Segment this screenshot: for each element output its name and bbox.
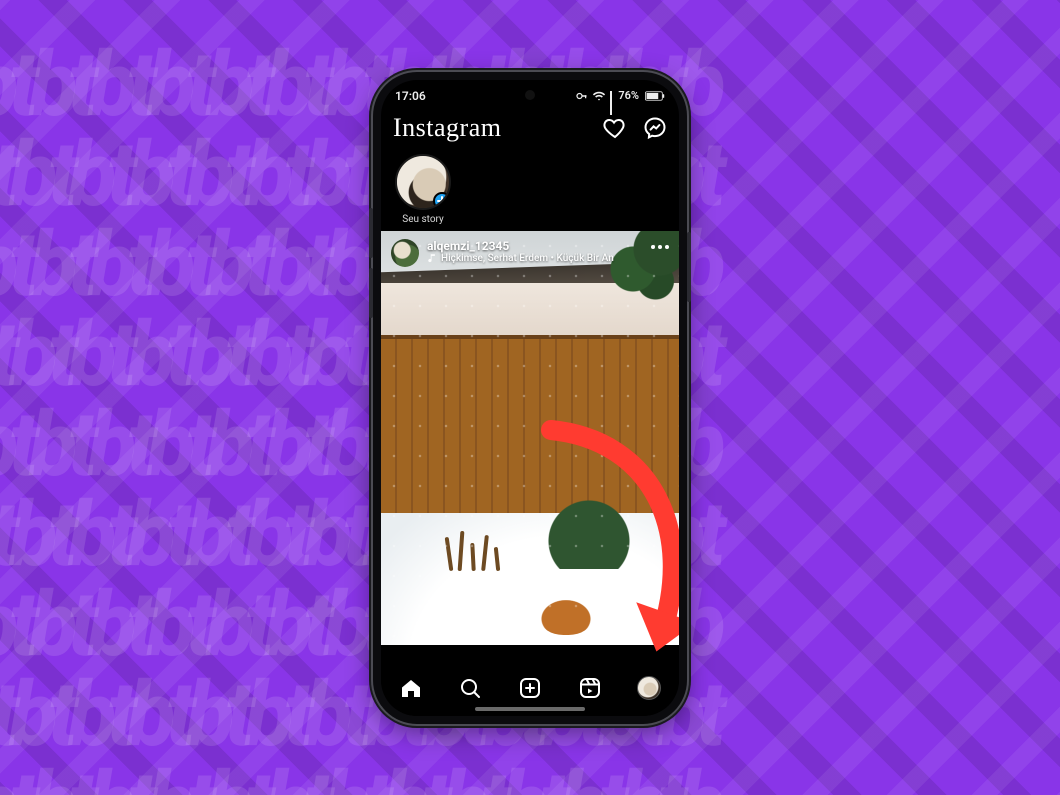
volume-down-button — [369, 268, 373, 318]
nav-search[interactable] — [457, 675, 483, 701]
post-music-text: Hiçkimse, Serhat Erdem • Küçük Bir An — [441, 253, 614, 264]
instagram-header: Instagram — [381, 108, 679, 148]
battery-percent: 76% — [618, 89, 639, 102]
nav-home[interactable] — [398, 675, 424, 701]
post-music-line[interactable]: Hiçkimse, Serhat Erdem • Küçük Bir An — [427, 253, 614, 264]
post-username[interactable]: alqemzi_12345 — [427, 239, 614, 253]
profile-avatar-icon — [637, 676, 661, 700]
instagram-logo[interactable]: Instagram — [393, 113, 501, 143]
reels-icon — [578, 676, 602, 700]
signal-icon — [610, 91, 612, 101]
your-story-avatar[interactable] — [395, 154, 451, 210]
nav-profile[interactable] — [636, 675, 662, 701]
phone-screen: 17:06 76% Instagram — [381, 80, 679, 716]
post-more-button[interactable] — [651, 239, 669, 255]
home-indicator[interactable] — [475, 707, 585, 711]
nav-create[interactable] — [517, 675, 543, 701]
home-icon — [399, 676, 423, 700]
your-story[interactable]: Seu story — [391, 154, 455, 225]
post-header: alqemzi_12345 Hiçkimse, Serhat Erdem • K… — [391, 239, 669, 267]
stories-tray[interactable]: Seu story — [381, 148, 679, 231]
search-icon — [458, 676, 482, 700]
phone-frame: 17:06 76% Instagram — [373, 72, 687, 724]
create-icon — [518, 676, 542, 700]
volume-up-button — [369, 208, 373, 258]
add-story-badge[interactable] — [433, 192, 451, 210]
power-button — [687, 232, 691, 302]
more-icon — [651, 239, 669, 255]
front-camera — [525, 90, 535, 100]
activity-heart-button[interactable] — [603, 116, 627, 140]
your-story-label: Seu story — [402, 214, 443, 225]
messenger-icon — [643, 116, 667, 140]
nav-reels[interactable] — [577, 675, 603, 701]
feed-post[interactable]: alqemzi_12345 Hiçkimse, Serhat Erdem • K… — [381, 231, 679, 645]
battery-icon — [645, 91, 665, 101]
music-note-icon — [427, 253, 437, 263]
vpn-key-icon — [576, 91, 588, 101]
plus-icon — [437, 196, 447, 206]
wifi-icon — [592, 91, 606, 101]
messenger-button[interactable] — [643, 116, 667, 140]
status-time: 17:06 — [395, 89, 426, 103]
heart-icon — [603, 116, 627, 140]
post-author-avatar[interactable] — [391, 239, 419, 267]
post-media[interactable] — [381, 231, 679, 645]
